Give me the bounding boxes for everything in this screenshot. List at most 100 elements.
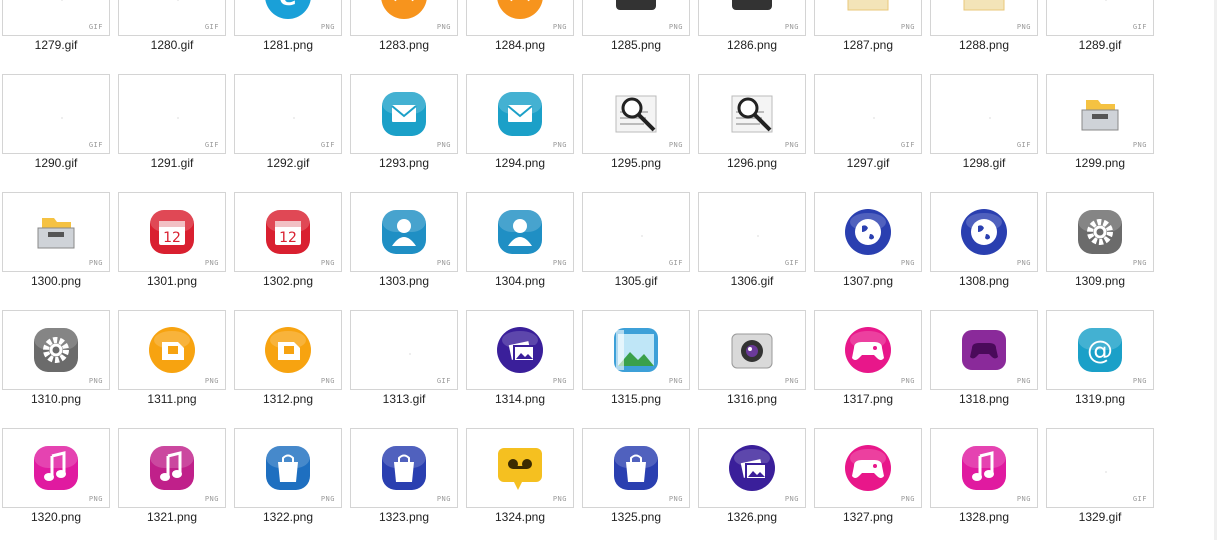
file-thumbnail[interactable]: GIF: [234, 74, 342, 154]
file-name-label[interactable]: 1285.png: [580, 38, 692, 52]
file-item[interactable]: PNG 1304.png: [464, 192, 574, 292]
file-item[interactable]: 12 PNG 1301.png: [116, 192, 226, 292]
file-name-label[interactable]: 1319.png: [1044, 392, 1156, 406]
file-name-label[interactable]: 1318.png: [928, 392, 1040, 406]
file-name-label[interactable]: 1310.png: [0, 392, 112, 406]
file-name-label[interactable]: 1303.png: [348, 274, 460, 288]
file-name-label[interactable]: 1293.png: [348, 156, 460, 170]
file-name-label[interactable]: 1327.png: [812, 510, 924, 524]
file-thumbnail[interactable]: PNG: [582, 428, 690, 508]
file-item[interactable]: PNG 1288.png: [928, 0, 1038, 56]
file-item[interactable]: GIF 1290.gif: [0, 74, 110, 174]
file-thumbnail[interactable]: PNG: [814, 428, 922, 508]
file-thumbnail[interactable]: PNG: [698, 0, 806, 36]
file-name-label[interactable]: 1300.png: [0, 274, 112, 288]
file-item[interactable]: GIF 1280.gif: [116, 0, 226, 56]
file-name-label[interactable]: 1290.gif: [0, 156, 112, 170]
file-item[interactable]: PNG 1315.png: [580, 310, 690, 410]
file-name-label[interactable]: 1286.png: [696, 38, 808, 52]
file-name-label[interactable]: 1294.png: [464, 156, 576, 170]
file-thumbnail[interactable]: PNG: [118, 428, 226, 508]
file-thumbnail[interactable]: GIF: [118, 0, 226, 36]
file-thumbnail[interactable]: GIF: [350, 310, 458, 390]
file-item[interactable]: PNG 1317.png: [812, 310, 922, 410]
file-thumbnail[interactable]: PNG: [930, 0, 1038, 36]
file-name-label[interactable]: 1299.png: [1044, 156, 1156, 170]
file-item[interactable]: PNG 1285.png: [580, 0, 690, 56]
file-thumbnail[interactable]: PNG: [698, 74, 806, 154]
file-item[interactable]: PNG 1295.png: [580, 74, 690, 174]
file-item[interactable]: 12 PNG 1302.png: [232, 192, 342, 292]
file-name-label[interactable]: 1280.gif: [116, 38, 228, 52]
file-item[interactable]: PNG 1326.png: [696, 428, 806, 528]
file-item[interactable]: PNG 1286.png: [696, 0, 806, 56]
file-thumbnail[interactable]: PNG: [698, 428, 806, 508]
file-name-label[interactable]: 1281.png: [232, 38, 344, 52]
file-thumbnail[interactable]: PNG: [466, 428, 574, 508]
file-name-label[interactable]: 1304.png: [464, 274, 576, 288]
file-item[interactable]: PNG 1283.png: [348, 0, 458, 56]
file-thumbnail[interactable]: GIF: [118, 74, 226, 154]
file-name-label[interactable]: 1296.png: [696, 156, 808, 170]
file-name-label[interactable]: 1321.png: [116, 510, 228, 524]
file-item[interactable]: PNG 1323.png: [348, 428, 458, 528]
file-name-label[interactable]: 1284.png: [464, 38, 576, 52]
file-name-label[interactable]: 1312.png: [232, 392, 344, 406]
file-item[interactable]: e PNG 1281.png: [232, 0, 342, 56]
file-thumbnail[interactable]: GIF: [582, 192, 690, 272]
file-item[interactable]: PNG 1318.png: [928, 310, 1038, 410]
file-name-label[interactable]: 1283.png: [348, 38, 460, 52]
file-thumbnail[interactable]: PNG: [814, 192, 922, 272]
file-thumbnail[interactable]: GIF: [814, 74, 922, 154]
file-thumbnail[interactable]: PNG: [930, 192, 1038, 272]
file-thumbnail[interactable]: GIF: [2, 74, 110, 154]
file-item[interactable]: PNG 1316.png: [696, 310, 806, 410]
file-thumbnail[interactable]: PNG: [350, 428, 458, 508]
file-thumbnail[interactable]: PNG: [930, 310, 1038, 390]
file-item[interactable]: GIF 1292.gif: [232, 74, 342, 174]
file-name-label[interactable]: 1314.png: [464, 392, 576, 406]
file-item[interactable]: PNG 1287.png: [812, 0, 922, 56]
file-name-label[interactable]: 1297.gif: [812, 156, 924, 170]
file-name-label[interactable]: 1328.png: [928, 510, 1040, 524]
file-thumbnail[interactable]: PNG: [2, 192, 110, 272]
file-thumbnail[interactable]: GIF: [698, 192, 806, 272]
file-item[interactable]: PNG 1299.png: [1044, 74, 1154, 174]
file-thumbnail[interactable]: GIF: [1046, 428, 1154, 508]
file-item[interactable]: PNG 1300.png: [0, 192, 110, 292]
file-thumbnail[interactable]: PNG: [582, 0, 690, 36]
file-thumbnail[interactable]: PNG: [814, 310, 922, 390]
file-name-label[interactable]: 1329.gif: [1044, 510, 1156, 524]
file-thumbnail[interactable]: e PNG: [234, 0, 342, 36]
file-item[interactable]: PNG 1309.png: [1044, 192, 1154, 292]
file-thumbnail[interactable]: PNG: [466, 192, 574, 272]
file-item[interactable]: PNG 1328.png: [928, 428, 1038, 528]
file-thumbnail[interactable]: PNG: [466, 74, 574, 154]
file-item[interactable]: GIF 1289.gif: [1044, 0, 1154, 56]
file-name-label[interactable]: 1309.png: [1044, 274, 1156, 288]
file-item[interactable]: PNG 1324.png: [464, 428, 574, 528]
file-thumbnail[interactable]: PNG: [582, 74, 690, 154]
file-thumbnail[interactable]: GIF: [930, 74, 1038, 154]
file-name-label[interactable]: 1315.png: [580, 392, 692, 406]
file-thumbnail[interactable]: PNG: [814, 0, 922, 36]
file-thumbnail[interactable]: GIF: [2, 0, 110, 36]
file-item[interactable]: PNG 1296.png: [696, 74, 806, 174]
file-item[interactable]: PNG 1312.png: [232, 310, 342, 410]
file-name-label[interactable]: 1302.png: [232, 274, 344, 288]
file-name-label[interactable]: 1316.png: [696, 392, 808, 406]
file-item[interactable]: PNG 1303.png: [348, 192, 458, 292]
file-name-label[interactable]: 1317.png: [812, 392, 924, 406]
file-thumbnail[interactable]: PNG: [1046, 74, 1154, 154]
file-thumbnail[interactable]: PNG: [234, 428, 342, 508]
file-name-label[interactable]: 1307.png: [812, 274, 924, 288]
file-item[interactable]: GIF 1306.gif: [696, 192, 806, 292]
file-thumbnail[interactable]: PNG: [930, 428, 1038, 508]
file-thumbnail[interactable]: PNG: [350, 0, 458, 36]
file-item[interactable]: GIF 1313.gif: [348, 310, 458, 410]
file-name-label[interactable]: 1308.png: [928, 274, 1040, 288]
file-thumbnail[interactable]: @ PNG: [1046, 310, 1154, 390]
file-thumbnail[interactable]: PNG: [466, 0, 574, 36]
file-name-label[interactable]: 1288.png: [928, 38, 1040, 52]
file-name-label[interactable]: 1279.gif: [0, 38, 112, 52]
